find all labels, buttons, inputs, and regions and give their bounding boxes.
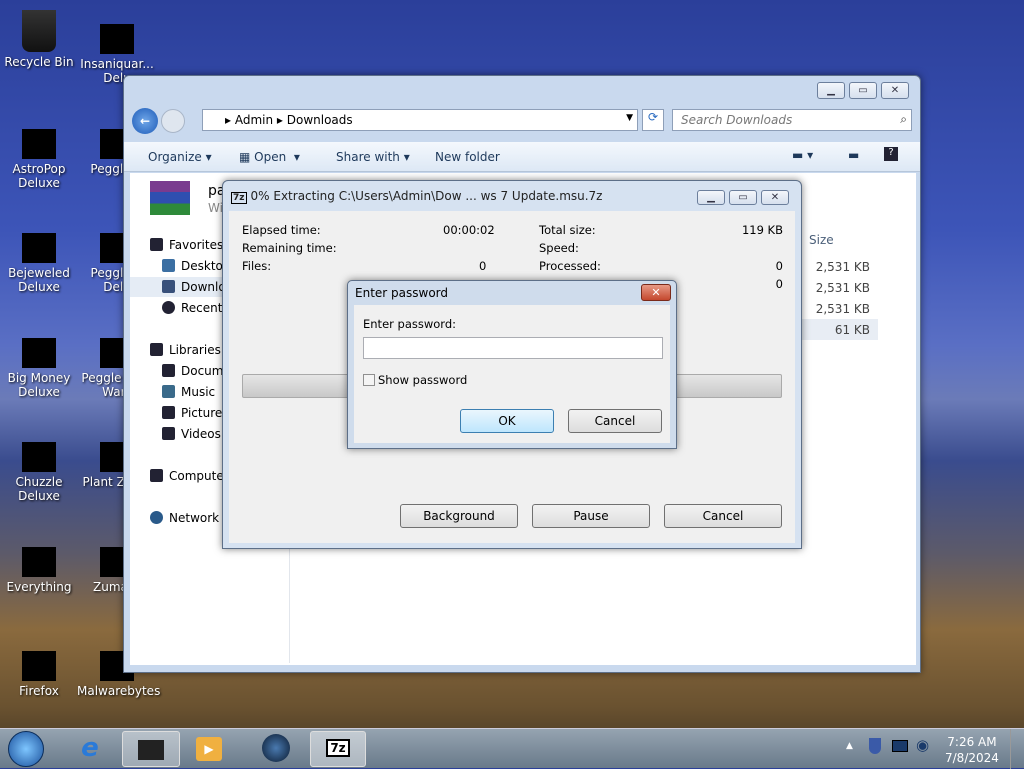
nav-desktop[interactable]: Desktop — [162, 259, 231, 273]
view-icon[interactable]: ▬ ▾ — [792, 148, 813, 162]
share-with-menu[interactable]: Share with ▾ — [336, 150, 410, 164]
app-icon — [22, 233, 56, 263]
new-folder-button[interactable]: New folder — [435, 150, 500, 164]
recent-icon — [162, 301, 175, 314]
desktop-icon[interactable]: Insaniquar... Delu — [77, 10, 157, 85]
music-icon — [162, 385, 175, 398]
show-password-checkbox[interactable]: Show password — [363, 373, 467, 387]
app-icon — [22, 651, 56, 681]
address-bar[interactable]: ▸ Admin ▸ Downloads ▼ — [202, 109, 638, 131]
app-icon — [22, 337, 56, 368]
app-icon — [22, 546, 56, 577]
help-icon[interactable]: ? — [884, 147, 898, 161]
desktop-icon[interactable]: Big Money Deluxe — [0, 324, 79, 399]
computer-icon — [150, 469, 163, 482]
taskbar: e ▶ 7z ▲ ◉ 7:26 AM 7/8/2024 — [0, 728, 1024, 769]
search-input[interactable]: Search Downloads ⌕ — [672, 109, 912, 131]
videos-icon — [162, 427, 175, 440]
breadcrumb-admin[interactable]: Admin — [235, 113, 273, 127]
desktop-icon[interactable]: Firefox — [0, 637, 79, 698]
password-dialog: Enter password ✕ Enter password: Show pa… — [347, 280, 677, 449]
taskbar-7zip[interactable]: 7z — [310, 731, 366, 767]
close-button[interactable]: ✕ — [761, 190, 789, 205]
app-icon — [100, 24, 134, 54]
desktop-icon[interactable]: Everything — [0, 533, 79, 594]
desktop-icon[interactable]: Chuzzle Deluxe — [0, 428, 79, 503]
cancel-button[interactable]: Cancel — [568, 409, 662, 433]
open-menu[interactable]: ▦ Open ▾ — [239, 150, 300, 164]
desktop-icon — [162, 259, 175, 272]
close-button[interactable]: ✕ — [881, 82, 909, 99]
nav-network[interactable]: Network — [150, 511, 219, 525]
taskbar-media-player[interactable]: ▶ — [196, 737, 222, 761]
minimize-button[interactable]: ▁ — [817, 82, 845, 99]
ok-button[interactable]: OK — [460, 409, 554, 433]
file-size: 2,531 KB — [815, 302, 870, 316]
network-icon[interactable] — [892, 740, 908, 752]
organize-menu[interactable]: Organize ▾ — [148, 150, 212, 164]
close-button[interactable]: ✕ — [641, 284, 671, 301]
network-icon — [150, 511, 163, 524]
nav-videos[interactable]: Videos — [162, 427, 221, 441]
breadcrumb-downloads[interactable]: Downloads — [287, 113, 353, 127]
app-icon — [22, 10, 56, 52]
column-header-size[interactable]: Size — [809, 233, 834, 247]
file-size: 61 KB — [834, 323, 870, 337]
app-icon — [22, 128, 56, 159]
action-center-icon[interactable] — [869, 738, 881, 754]
minimize-button[interactable]: ▁ — [697, 190, 725, 205]
desktop-icon[interactable]: Bejeweled Deluxe — [0, 219, 79, 294]
volume-icon[interactable]: ◉ — [916, 736, 929, 754]
forward-button[interactable] — [161, 109, 185, 133]
nav-libraries[interactable]: Libraries — [150, 343, 221, 357]
desktop-icon-label: AstroPop Deluxe — [12, 161, 66, 190]
star-icon — [150, 238, 163, 251]
downloads-icon — [162, 280, 175, 293]
cancel-extract-button[interactable]: Cancel — [664, 504, 782, 528]
library-icon — [150, 343, 163, 356]
taskbar-ie[interactable]: e — [68, 733, 112, 765]
desktop-icon-label: Bejeweled Deluxe — [8, 266, 70, 294]
password-dialog-title: Enter password — [355, 286, 448, 300]
desktop-icon-label: Chuzzle Deluxe — [15, 475, 63, 503]
command-bar: Organize ▾ ▦ Open ▾ Share with ▾ New fol… — [124, 142, 920, 172]
show-desktop-button[interactable] — [1010, 729, 1024, 769]
nav-documents[interactable]: Docume — [162, 364, 231, 378]
start-button[interactable] — [8, 731, 44, 767]
password-input[interactable] — [363, 337, 663, 359]
desktop-icon[interactable]: Recycle Bin — [0, 10, 79, 69]
desktop-icon-label: Everything — [6, 579, 72, 594]
file-size: 2,531 KB — [815, 260, 870, 274]
show-hidden-icons[interactable]: ▲ — [846, 741, 853, 751]
refresh-button[interactable]: ⟳ — [642, 109, 664, 131]
taskbar-explorer[interactable] — [122, 731, 180, 767]
taskbar-globe[interactable] — [262, 734, 290, 762]
desktop-icon-label: Recycle Bin — [4, 55, 74, 69]
rar-file-icon — [150, 181, 190, 215]
7z-icon: 7z — [231, 192, 247, 204]
app-icon — [22, 442, 56, 472]
nav-music[interactable]: Music — [162, 385, 215, 399]
background-button[interactable]: Background — [400, 504, 518, 528]
maximize-button[interactable]: ▭ — [849, 82, 877, 99]
desktop-icon[interactable]: AstroPop Deluxe — [0, 115, 79, 190]
nav-pictures[interactable]: Pictures — [162, 406, 229, 420]
clock[interactable]: 7:26 AM 7/8/2024 — [945, 734, 999, 766]
extract-dialog-titlebar[interactable]: 7z 0% Extracting C:\Users\Admin\Dow ... w… — [231, 189, 602, 204]
search-icon: ⌕ — [900, 112, 907, 126]
desktop-icon-label: Big Money Deluxe — [7, 370, 71, 399]
file-size: 2,531 KB — [815, 281, 870, 295]
document-icon — [162, 364, 175, 377]
preview-pane-icon[interactable]: ▬ — [848, 148, 859, 162]
pictures-icon — [162, 406, 175, 419]
chevron-down-icon[interactable]: ▼ — [626, 113, 633, 123]
maximize-button[interactable]: ▭ — [729, 190, 757, 205]
nav-favorites[interactable]: Favorites — [150, 238, 223, 252]
pause-button[interactable]: Pause — [532, 504, 650, 528]
back-button[interactable]: ← — [132, 108, 158, 134]
desktop-icon-label: Malwarebytes — [77, 684, 161, 698]
desktop-icon-label: Firefox — [19, 684, 59, 698]
nav-computer[interactable]: Compute — [150, 469, 224, 483]
